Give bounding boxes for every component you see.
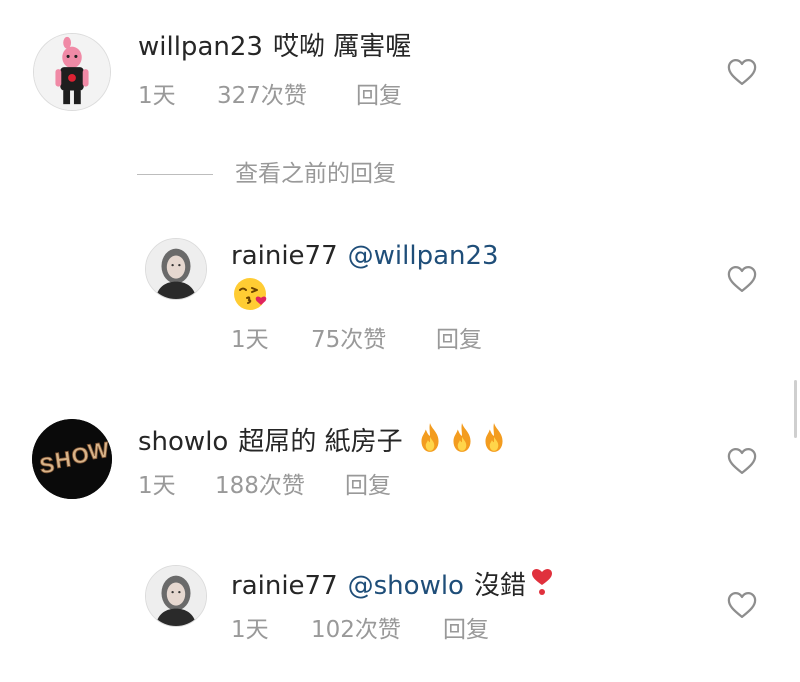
reply-username[interactable]: rainie77 [231, 241, 338, 271]
svg-text:W: W [86, 437, 110, 465]
reply-mention[interactable]: @showlo [348, 571, 464, 601]
avatar-rainie77[interactable] [145, 565, 207, 627]
like-heart-icon[interactable] [727, 265, 757, 293]
reply-button[interactable]: 回复 [436, 326, 482, 354]
reply-button[interactable]: 回复 [345, 472, 391, 500]
comment-likes[interactable]: 188次赞 [215, 472, 305, 500]
comment-text: 超屌的 紙房子 [238, 427, 403, 457]
reply-button[interactable]: 回复 [356, 82, 402, 110]
view-previous-label: 查看之前的回复 [235, 161, 396, 187]
comment-line: willpan23 哎呦 厲害喔 [138, 31, 411, 63]
comment-meta: 1天 188次赞 回复 [138, 472, 458, 500]
fire-icon [417, 422, 443, 462]
reply-mention[interactable]: @willpan23 [348, 241, 499, 271]
reply-button[interactable]: 回复 [443, 616, 489, 644]
red-heart-icon [530, 566, 554, 606]
avatar-showlo[interactable]: S H O W [32, 419, 112, 499]
comment-time: 1天 [138, 83, 176, 109]
reply-line: rainie77 @showlo 沒錯 [231, 566, 554, 606]
comment-text: 哎呦 厲害喔 [272, 32, 412, 62]
reply-likes[interactable]: 75次赞 [311, 326, 386, 354]
reply-time: 1天 [231, 327, 269, 353]
baby-doll-avatar-icon [34, 34, 110, 110]
comment-meta: 1天 327次赞 回复 [138, 82, 458, 110]
kissing-face-with-heart-icon [232, 276, 268, 312]
woman-portrait-avatar-icon [146, 566, 206, 626]
reply-time: 1天 [231, 617, 269, 643]
like-heart-icon[interactable] [727, 58, 757, 86]
reply-text: 沒錯 [473, 571, 526, 601]
comment-username[interactable]: showlo [138, 427, 228, 457]
reply-meta: 1天 102次赞 回复 [231, 616, 551, 644]
comment-likes[interactable]: 327次赞 [217, 82, 307, 110]
comment-line: showlo 超屌的 紙房子 [138, 422, 507, 462]
avatar-rainie77[interactable] [145, 238, 207, 300]
woman-portrait-avatar-icon [146, 239, 206, 299]
show-logo-avatar-icon: S H O W [32, 419, 112, 499]
reply-username[interactable]: rainie77 [231, 571, 338, 601]
divider-dash [137, 174, 213, 175]
scrollbar[interactable] [794, 380, 797, 438]
reply-line: rainie77 @willpan23 [231, 240, 509, 272]
fire-icon [449, 422, 475, 462]
like-heart-icon[interactable] [727, 447, 757, 475]
comment-time: 1天 [138, 473, 176, 499]
reply-meta: 1天 75次赞 回复 [231, 326, 551, 354]
comment-username[interactable]: willpan23 [138, 32, 263, 62]
fire-icon [481, 422, 507, 462]
like-heart-icon[interactable] [727, 591, 757, 619]
avatar-willpan23[interactable] [33, 33, 111, 111]
reply-likes[interactable]: 102次赞 [311, 616, 401, 644]
